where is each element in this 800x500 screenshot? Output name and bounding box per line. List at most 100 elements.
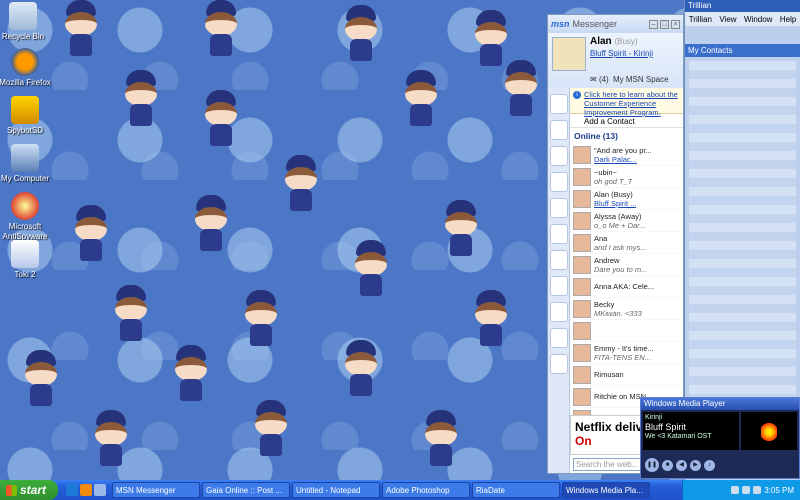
windows-logo-icon [6,484,17,496]
toki-icon[interactable]: Toki 2 [0,240,56,280]
contact-text: Ritchie on MSN [594,392,646,401]
contact-row[interactable]: Andrew Dare you to m... [570,254,683,276]
desktop-icon-label: Recycle Bin [1,32,45,41]
contact-row[interactable]: "And are you pr... Dark Palac... [570,144,683,166]
trillian-titlebar[interactable]: Trillian [685,0,800,12]
task-photoshop[interactable]: Adobe Photoshop [382,482,470,498]
contact-avatar [573,387,591,406]
minimize-icon[interactable]: – [649,19,658,29]
tab-cnbc-icon[interactable] [550,198,568,218]
start-button[interactable]: start [0,480,58,500]
mute-button[interactable]: ♪ [704,460,715,471]
firefox-icon[interactable]: Mozilla Firefox [0,48,56,88]
ceip-notice[interactable]: i Click here to learn about the Customer… [570,88,683,117]
recycle-bin-icon[interactable]: Recycle Bin [0,2,54,42]
wallpaper-figure [170,345,212,403]
next-button[interactable]: ▶ [690,460,701,471]
now-playing-info: Kirinji Bluff Spirit We <3 Katamari OST [643,412,739,450]
contact-name: ~ubin~ [594,167,617,177]
tab-alert-icon[interactable] [550,328,568,348]
ie-icon[interactable] [66,484,78,496]
personal-message[interactable]: Bluff Spirit - Kirinji [590,49,653,58]
wallpaper-figure [70,205,112,263]
tray-icon[interactable] [753,486,762,494]
contact-row[interactable]: Anna AKA: Cele... [570,276,683,298]
my-contacts-header[interactable]: My Contacts [685,44,800,57]
task-gaia[interactable]: Gaia Online :: Post ... [202,482,290,498]
my-computer-icon[interactable]: My Computer [0,144,56,184]
task-media-player[interactable]: Windows Media Pla... [562,482,650,498]
contact-message: o_o Me + Dar... [594,220,646,230]
task-notepad[interactable]: Untitled - Notepad [292,482,380,498]
start-label: start [20,483,47,497]
avatar[interactable] [552,37,586,71]
media-player-title[interactable]: Windows Media Player [641,398,799,410]
previous-button[interactable]: ◀ [676,460,687,471]
clock[interactable]: 3:05 PM [764,486,794,495]
tab-xbox-icon[interactable] [550,276,568,296]
mail-count-text: (4) [598,75,609,84]
contact-text: Andrew Dare you to m... [594,256,647,274]
msn-titlebar[interactable]: msn Messenger – □ × [548,15,683,33]
contact-row[interactable]: Alyssa (Away) o_o Me + Dar... [570,210,683,232]
menu-help[interactable]: Help [780,15,796,24]
tab-music-icon[interactable] [550,302,568,322]
task-riadate[interactable]: RiaDate [472,482,560,498]
media-player-window[interactable]: Windows Media Player Kirinji Bluff Spiri… [640,397,800,479]
artist: Kirinji [645,414,663,421]
info-icon: i [573,91,581,99]
wallpaper-figure [350,240,392,298]
wallpaper-figure [110,285,152,343]
show-desktop-icon[interactable] [94,484,106,496]
tab-ebay-icon[interactable] [550,172,568,192]
contact-avatar [573,233,591,252]
contact-name: Ritchie on MSN [594,392,647,401]
tab-heart-icon[interactable] [550,120,568,140]
close-icon[interactable]: × [671,19,680,29]
user-name[interactable]: Alan (Busy) [590,36,638,47]
tab-news-icon[interactable] [550,224,568,244]
tray-icon[interactable] [731,486,740,494]
msn-side-tabs [548,88,570,473]
contact-name: Becky [594,299,615,309]
contact-avatar [573,145,591,164]
system-tray: 3:05 PM [682,480,800,500]
pause-button[interactable]: ❚❚ [645,458,659,472]
firefox-quicklaunch-icon[interactable] [80,484,92,496]
contact-text: Alyssa (Away) o_o Me + Dar... [594,212,646,230]
spybot-icon[interactable]: SpybotSD [0,96,56,136]
contact-row[interactable]: Emmy - It's time... FITA-TENS EN... [570,342,683,364]
contact-row[interactable]: Alan (Busy) Bluff Spirit ... [570,188,683,210]
contact-row[interactable]: Becky MKiwan. <333 [570,298,683,320]
tab-gift-icon[interactable] [550,146,568,166]
contact-text: Becky MKiwan. <333 [594,300,642,318]
search-input[interactable]: Search the web... [573,458,643,471]
contact-name: Anna AKA: Cele... [594,282,655,291]
menu-trillian[interactable]: Trillian [689,15,712,24]
desktop-icon-label: Toki 2 [14,270,36,279]
contact-row[interactable]: ~ubin~ oh god T_T [570,166,683,188]
contact-row[interactable]: Ana and I ask mys... [570,232,683,254]
maximize-icon[interactable]: □ [660,19,669,29]
stop-button[interactable]: ■ [662,460,673,471]
antispyware-icon[interactable]: Microsoft AntiSpyware [0,192,56,242]
contact-row[interactable] [570,320,683,342]
tab-fox-icon[interactable] [550,354,568,374]
contact-text: Alan (Busy) Bluff Spirit ... [594,190,636,208]
tab-chart-icon[interactable] [550,250,568,270]
task-msn[interactable]: MSN Messenger [112,482,200,498]
tray-icon[interactable] [742,486,751,494]
contact-row[interactable]: Rimusan [570,364,683,386]
menu-view[interactable]: View [719,15,736,24]
msn-space-link[interactable]: My MSN Space [613,75,669,84]
wallpaper-figure [120,70,162,128]
contact-text: Ana and I ask mys... [594,234,647,252]
contact-avatar [573,255,591,274]
visualization [741,412,797,450]
menu-window[interactable]: Window [744,15,772,24]
mail-count[interactable]: ✉ (4) [590,75,609,84]
group-online[interactable]: Online (13) [570,128,683,144]
tab-contacts-icon[interactable] [550,94,568,114]
contact-name: Rimusan [594,370,624,379]
contact-avatar [573,167,591,186]
